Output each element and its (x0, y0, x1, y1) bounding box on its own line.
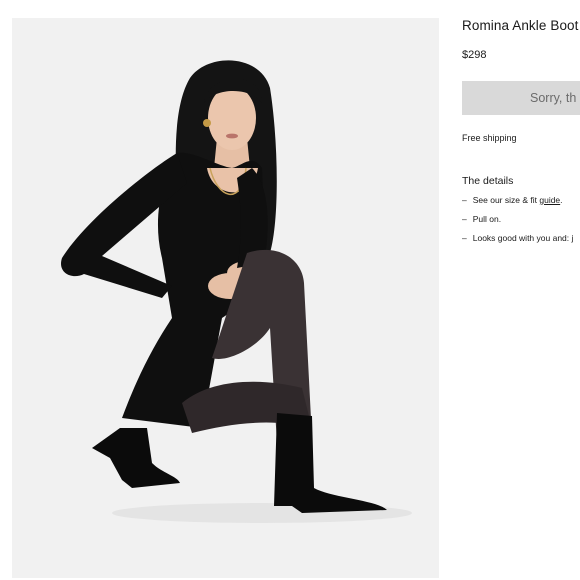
details-heading: The details (462, 175, 514, 187)
bullet-dash: – (462, 214, 467, 224)
product-price: $298 (462, 49, 487, 61)
sold-out-button[interactable]: Sorry, th (462, 81, 580, 115)
list-item: – See our size & fit guide. (462, 195, 573, 214)
size-fit-text: See our size & fit (472, 195, 540, 205)
bullet-dash: – (462, 233, 467, 243)
product-photo[interactable] (12, 18, 439, 578)
size-guide-link[interactable]: guide (539, 195, 560, 205)
details-list: – See our size & fit guide. – Pull on. – Lo… (462, 195, 573, 252)
size-fit-period: . (560, 195, 563, 205)
list-item: – Looks good with you and: j (462, 233, 573, 252)
looks-good-text: Looks good with you and: j (472, 233, 574, 243)
shipping-note: Free shipping (462, 133, 517, 143)
model-illustration (12, 18, 439, 578)
list-item: – Pull on. (462, 214, 573, 233)
product-title: Romina Ankle Boot (462, 18, 579, 33)
pull-on-text: Pull on. (472, 214, 502, 224)
bullet-dash: – (462, 195, 467, 205)
